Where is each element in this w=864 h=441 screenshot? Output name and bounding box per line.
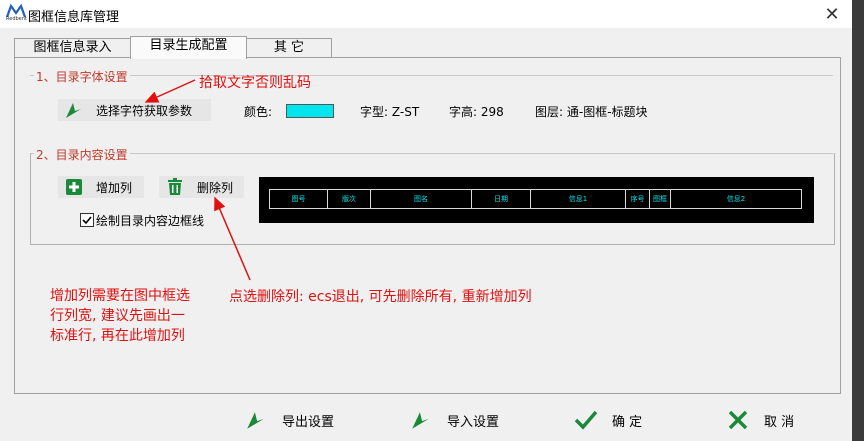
close-button[interactable]: ✕ [812, 0, 852, 28]
color-label: 颜色: [244, 105, 273, 119]
cancel-label: 取 消 [764, 414, 795, 430]
text-height-label: 字高: 298 [449, 105, 504, 119]
content-group-label: 2、目录内容设置 [34, 146, 130, 163]
delete-column-button[interactable]: 删除列 [159, 176, 244, 198]
column-cell[interactable]: 日期 [471, 189, 531, 209]
layer-label: 图层: 通-图框-标题块 [535, 105, 648, 119]
color-swatch[interactable] [286, 104, 334, 118]
export-settings-label: 导出设置 [282, 414, 335, 430]
tab-directory-config[interactable]: 目录生成配置 [130, 36, 247, 59]
column-cell[interactable]: 图名 [370, 189, 472, 209]
add-hint-annotation: 增加列需要在图中框选行列宽, 建议先画出一标准行, 再在此增加列 [50, 288, 190, 344]
pick-arrow-icon [64, 100, 84, 120]
ok-label: 确 定 [612, 414, 643, 430]
trash-icon [165, 177, 185, 197]
delete-column-label: 删除列 [197, 180, 234, 195]
export-settings-button[interactable]: 导出设置 [244, 408, 334, 432]
import-arrow-icon [409, 408, 433, 432]
draw-border-checkbox[interactable] [80, 213, 94, 227]
column-preview-table[interactable]: 图号 版次 图名 日期 信息1 序号 图框 信息2 [259, 177, 814, 223]
tab-label: 目录生成配置 [149, 38, 228, 53]
close-icon: ✕ [824, 3, 840, 25]
tab-frame-info-entry[interactable]: 图框信息录入 [14, 38, 131, 58]
group-border-top [30, 75, 833, 76]
font-style-label: 字型: Z-ST [360, 105, 420, 119]
main-window: Redbent 图框信息库管理 ✕ 图框信息录入 目录生成配置 其 它 1、目录… [0, 0, 852, 441]
checkmark-icon [574, 408, 598, 432]
window-title: 图框信息库管理 [28, 10, 120, 25]
column-cell[interactable]: 图号 [269, 189, 328, 209]
title-bar[interactable]: Redbent 图框信息库管理 ✕ [0, 0, 852, 28]
column-cell[interactable]: 信息2 [670, 189, 802, 209]
cancel-button[interactable]: 取 消 [726, 408, 794, 432]
column-cell[interactable]: 版次 [327, 189, 371, 209]
export-arrow-icon [244, 408, 268, 432]
import-settings-label: 导入设置 [447, 414, 500, 430]
draw-border-label: 绘制目录内容边框线 [96, 214, 205, 228]
column-cell[interactable]: 信息1 [530, 189, 626, 209]
add-column-button[interactable]: 增加列 [58, 176, 144, 198]
pick-text-params-label: 选择字符获取参数 [96, 103, 193, 118]
cross-icon [726, 408, 750, 432]
import-settings-button[interactable]: 导入设置 [409, 408, 499, 432]
column-cell[interactable]: 序号 [625, 189, 650, 209]
add-column-label: 增加列 [96, 180, 133, 195]
checkmark-icon [82, 216, 92, 225]
pick-hint-annotation: 拾取文字否则乱码 [199, 75, 311, 91]
tab-label: 图框信息录入 [33, 40, 112, 55]
delete-hint-annotation: 点选删除列: ecs退出, 可先删除所有, 重新增加列 [229, 289, 532, 305]
ok-button[interactable]: 确 定 [574, 408, 642, 432]
column-header-row: 图号 版次 图名 日期 信息1 序号 图框 信息2 [269, 189, 802, 209]
font-group-label: 1、目录字体设置 [34, 68, 130, 85]
plus-icon [64, 177, 84, 197]
tab-other[interactable]: 其 它 [246, 38, 332, 58]
app-logo-text: Redbent [6, 16, 27, 22]
background-edge [852, 0, 864, 441]
tab-label: 其 它 [273, 40, 305, 55]
column-cell[interactable]: 图框 [649, 189, 671, 209]
pick-text-params-button[interactable]: 选择字符获取参数 [58, 99, 211, 121]
